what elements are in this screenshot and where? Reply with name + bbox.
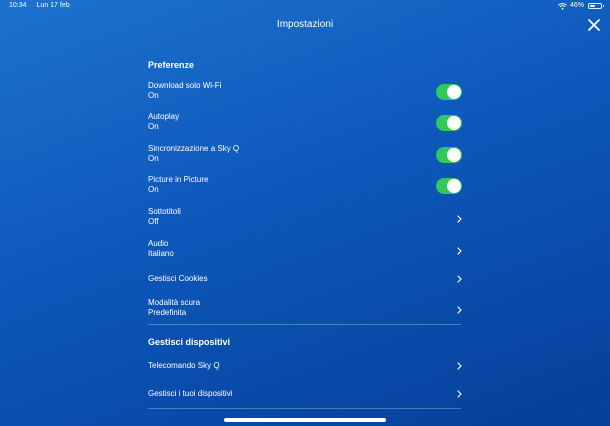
setting-text: Sottotitoli Off — [148, 207, 181, 227]
setting-label: Gestisci i tuoi dispositivi — [148, 389, 233, 398]
chevron-right-icon — [457, 215, 462, 223]
wifi-icon — [558, 2, 567, 10]
setting-value: On — [148, 154, 159, 163]
setting-row-sky-q-remote[interactable]: Telecomando Sky Q — [148, 354, 464, 378]
setting-value: Italiano — [148, 249, 174, 258]
section-divider — [148, 324, 461, 325]
setting-label: Modalità scura — [148, 298, 201, 307]
setting-value: On — [148, 122, 159, 131]
setting-text: Sincronizzazione a Sky Q On — [148, 144, 239, 164]
settings-screen: 10:34 Lun 17 feb 46% Impostazioni Prefer… — [0, 0, 610, 426]
battery-percent: 46% — [569, 2, 584, 9]
setting-row-download-wifi[interactable]: Download solo Wi-Fi On — [148, 81, 464, 105]
toggle-knob — [447, 116, 461, 130]
status-time: 10:34 — [9, 2, 27, 9]
setting-value: On — [148, 185, 159, 194]
setting-label: Audio — [148, 239, 169, 248]
setting-text: Picture in Picture On — [148, 175, 208, 195]
sky-q-sync-toggle[interactable] — [436, 147, 462, 163]
setting-row-cookies[interactable]: Gestisci Cookies — [148, 267, 464, 291]
status-right: 46% — [558, 0, 604, 12]
setting-text: Telecomando Sky Q — [148, 354, 220, 378]
setting-text: Gestisci i tuoi dispositivi — [148, 382, 232, 406]
setting-row-subtitles[interactable]: Sottotitoli Off — [148, 207, 464, 231]
section-divider — [148, 408, 461, 409]
setting-row-manage-devices[interactable]: Gestisci i tuoi dispositivi — [148, 382, 464, 406]
download-wifi-toggle[interactable] — [436, 84, 462, 100]
chevron-right-icon — [457, 362, 462, 370]
setting-row-audio[interactable]: Audio Italiano — [148, 239, 464, 263]
autoplay-toggle[interactable] — [436, 115, 462, 131]
setting-value: Off — [148, 217, 159, 226]
setting-text: Audio Italiano — [148, 239, 174, 259]
setting-label: Picture in Picture — [148, 175, 209, 184]
setting-row-autoplay[interactable]: Autoplay On — [148, 112, 464, 136]
setting-value: Predefinita — [148, 308, 187, 317]
home-indicator[interactable] — [224, 418, 386, 422]
chevron-right-icon — [457, 247, 462, 255]
toggle-knob — [447, 148, 461, 162]
chevron-right-icon — [457, 306, 462, 314]
setting-label: Telecomando Sky Q — [148, 361, 220, 370]
setting-label: Sincronizzazione a Sky Q — [148, 144, 240, 153]
chevron-right-icon — [457, 390, 462, 398]
setting-row-sky-q-sync[interactable]: Sincronizzazione a Sky Q On — [148, 144, 464, 168]
setting-text: Gestisci Cookies — [148, 267, 208, 291]
setting-text: Autoplay On — [148, 112, 179, 132]
setting-label: Download solo Wi-Fi — [148, 81, 222, 90]
battery-fill — [590, 5, 595, 7]
setting-row-dark-mode[interactable]: Modalità scura Predefinita — [148, 298, 464, 322]
setting-text: Download solo Wi-Fi On — [148, 81, 221, 101]
toggle-knob — [447, 179, 461, 193]
page-title: Impostazioni — [276, 19, 334, 30]
setting-label: Sottotitoli — [148, 207, 181, 216]
picture-in-picture-toggle[interactable] — [436, 178, 462, 194]
status-bar: 10:34 Lun 17 feb 46% — [0, 0, 610, 12]
close-icon[interactable] — [586, 17, 602, 33]
toggle-knob — [447, 85, 461, 99]
setting-label: Gestisci Cookies — [148, 274, 208, 283]
section-title-preferences: Preferenze — [148, 60, 195, 70]
status-left: 10:34 Lun 17 feb — [9, 0, 70, 12]
setting-text: Modalità scura Predefinita — [148, 298, 200, 318]
setting-label: Autoplay — [148, 112, 180, 121]
setting-row-picture-in-picture[interactable]: Picture in Picture On — [148, 175, 464, 199]
battery-icon — [588, 3, 604, 9]
setting-value: On — [148, 91, 159, 100]
section-title-devices: Gestisci dispositivi — [148, 337, 231, 347]
chevron-right-icon — [457, 275, 462, 283]
status-date: Lun 17 feb — [36, 2, 70, 9]
